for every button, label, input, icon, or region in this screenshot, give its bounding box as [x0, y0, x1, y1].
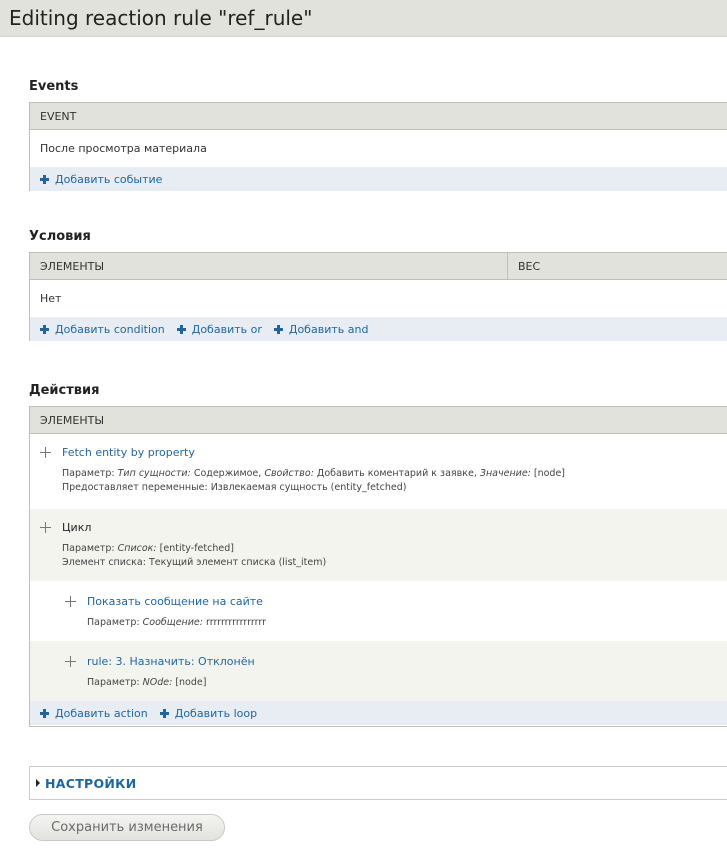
plus-icon [176, 324, 186, 334]
settings-toggle-label[interactable]: НАСТРОЙКИ [45, 776, 136, 791]
plus-icon [40, 324, 49, 334]
drag-handle-icon[interactable] [65, 596, 76, 607]
drag-handle-icon[interactable] [65, 656, 76, 667]
table-row: Нет [30, 280, 727, 317]
weight-column-header: ВЕС [518, 259, 541, 273]
plus-icon [40, 174, 49, 184]
actions-table-header: ЭЛЕМЕНТЫ [30, 407, 727, 434]
action-param-line: Параметр: Сообщение: rrrrrrrrrrrrrrrr [87, 617, 266, 628]
actions-elements-column-header: ЭЛЕМЕНТЫ [40, 413, 105, 427]
actions-table: ЭЛЕМЕНТЫ Fetch entity by property Параме… [29, 406, 727, 727]
add-event-label: Добавить событие [55, 172, 163, 186]
page-title: Editing reaction rule "ref_rule" [9, 6, 313, 30]
action-link-fetch-entity[interactable]: Fetch entity by property [62, 446, 195, 459]
action-param-line: Параметр: Тип сущности: Содержимое, Свой… [62, 468, 566, 479]
add-or-label: Добавить or [191, 322, 262, 336]
action-label-loop: Цикл [62, 521, 92, 534]
drag-handle-icon[interactable] [40, 447, 51, 458]
plus-icon [159, 708, 169, 718]
action-params: Параметр: NOde: [node] [87, 676, 206, 690]
add-or-link[interactable]: Добавить or [176, 322, 262, 336]
events-heading: Events [29, 79, 79, 94]
events-table-header: EVENT [30, 103, 727, 130]
plus-icon [40, 708, 49, 718]
drag-handle-icon[interactable] [40, 522, 51, 533]
event-name: После просмотра материала [40, 142, 207, 155]
conditions-heading: Условия [29, 229, 91, 244]
add-event-link[interactable]: Добавить событие [40, 173, 162, 186]
add-action-link[interactable]: Добавить action [40, 707, 148, 720]
actions-add-bar: Добавить action Добавить loop [30, 701, 727, 725]
add-condition-link[interactable]: Добавить condition [40, 323, 165, 336]
add-and-link[interactable]: Добавить and [273, 322, 369, 336]
page-header: Editing reaction rule "ref_rule" [0, 0, 727, 37]
action-provides-line: Элемент списка: Текущий элемент списка (… [62, 557, 327, 568]
action-row-fetch-entity: Fetch entity by property Параметр: Тип с… [30, 434, 727, 509]
save-changes-button[interactable]: Сохранить изменения [29, 814, 225, 841]
settings-fieldset[interactable]: НАСТРОЙКИ [29, 766, 727, 800]
add-and-label: Добавить and [288, 322, 369, 336]
action-row-assign-rule: rule: 3. Назначить: Отклонён Параметр: N… [30, 641, 727, 701]
actions-heading: Действия [29, 383, 100, 398]
action-param-line: Параметр: NOde: [node] [87, 677, 207, 688]
table-row: После просмотра материала [30, 130, 727, 167]
event-column-header: EVENT [40, 109, 77, 123]
action-params: Параметр: Сообщение: rrrrrrrrrrrrrrrr [87, 616, 266, 630]
action-link-assign-rule[interactable]: rule: 3. Назначить: Отклонён [87, 655, 255, 668]
conditions-table: ЭЛЕМЕНТЫ ВЕС Нет Добавить condition Доба… [29, 252, 727, 341]
action-params: Параметр: Список: [entity-fetched] Элеме… [62, 542, 326, 570]
action-provides-line: Предоставляет переменные: Извлекаемая су… [62, 482, 407, 493]
events-add-bar: Добавить событие [30, 167, 727, 191]
action-params: Параметр: Тип сущности: Содержимое, Свой… [62, 467, 565, 495]
plus-icon [273, 324, 283, 334]
triangle-right-icon [36, 779, 40, 787]
action-row-loop: Цикл Параметр: Список: [entity-fetched] … [30, 509, 727, 581]
events-table: EVENT После просмотра материала Добавить… [29, 102, 727, 191]
condition-empty-text: Нет [40, 292, 62, 305]
action-row-show-message: Показать сообщение на сайте Параметр: Со… [30, 581, 727, 641]
action-param-line: Параметр: Список: [entity-fetched] [62, 543, 234, 554]
conditions-table-header: ЭЛЕМЕНТЫ ВЕС [30, 252, 727, 280]
conditions-add-bar: Добавить condition Добавить or Добавить … [30, 317, 727, 341]
action-link-show-message[interactable]: Показать сообщение на сайте [87, 595, 263, 608]
elements-column-header: ЭЛЕМЕНТЫ [30, 252, 508, 280]
add-action-label: Добавить action [55, 706, 148, 720]
add-loop-link[interactable]: Добавить loop [159, 706, 258, 720]
add-condition-label: Добавить condition [55, 322, 165, 336]
add-loop-label: Добавить loop [174, 706, 258, 720]
